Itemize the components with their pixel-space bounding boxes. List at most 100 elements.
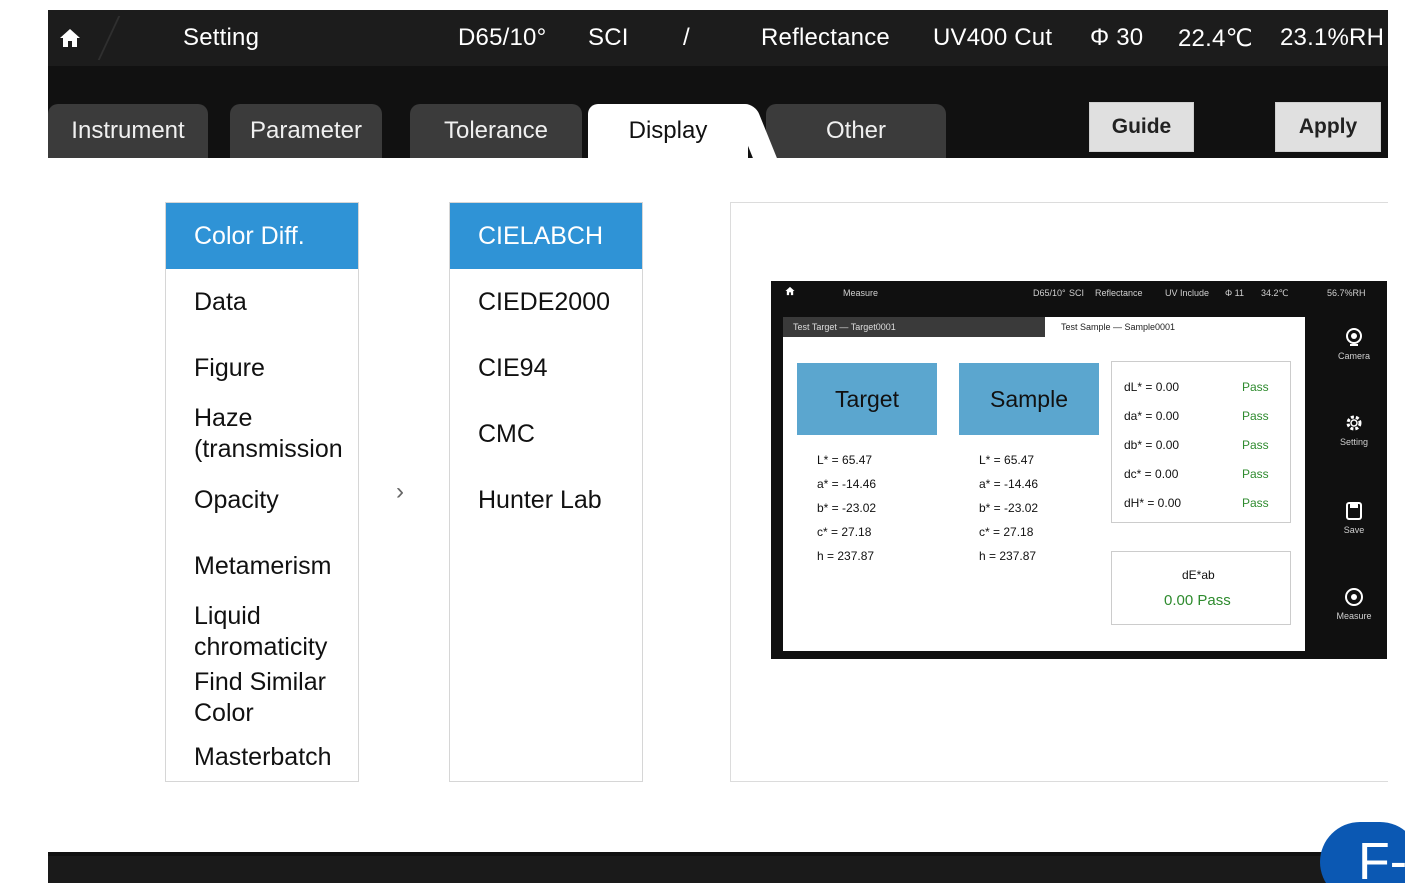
preview-tab-sample: Test Sample — Sample0001	[1045, 317, 1305, 337]
preview-status-bar: Measure D65/10° SCI Reflectance UV Inclu…	[771, 281, 1387, 305]
preview-tab-target: Test Target — Target0001	[783, 317, 1045, 337]
status-uv: UV400 Cut	[933, 24, 1053, 51]
gear-icon	[1346, 415, 1362, 431]
display-settings-panel: Color Diff. Data Figure Haze (transmissi…	[48, 158, 1388, 852]
preview-target-value: b* = -23.02	[817, 501, 877, 515]
tab-label: Tolerance	[443, 117, 549, 144]
category-list: Color Diff. Data Figure Haze (transmissi…	[165, 202, 359, 782]
preview-diff-status: Pass	[1242, 496, 1269, 510]
preview-target-value: L* = 65.47	[817, 453, 873, 467]
preview-target-value: a* = -14.46	[817, 477, 877, 491]
list-item[interactable]: Hunter Lab	[450, 467, 642, 533]
preview-target-value: h = 237.87	[817, 549, 875, 563]
preview-panel: Measure D65/10° SCI Reflectance UV Inclu…	[730, 202, 1388, 782]
preview-status-illuminant: D65/10°	[1033, 288, 1066, 298]
tab-label: Parameter	[249, 117, 363, 144]
status-specular: SCI	[588, 24, 629, 51]
preview-status-humidity: 56.7%RH	[1327, 288, 1366, 298]
preview-de-card: dE*ab 0.00 Pass	[1111, 551, 1291, 625]
tab-display[interactable]: Display	[588, 104, 748, 158]
settings-content: Instrument Parameter Tolerance Display O…	[48, 66, 1388, 856]
status-aperture: Φ 30	[1090, 24, 1144, 51]
tab-parameter[interactable]: Parameter	[230, 104, 382, 158]
preview-main: Test Target — Target0001 Test Sample — S…	[783, 317, 1305, 651]
preview-sample-value: b* = -23.02	[979, 501, 1039, 515]
preview-diff-status: Pass	[1242, 467, 1269, 481]
list-item[interactable]: Metamerism	[166, 533, 358, 599]
tab-label: Instrument	[71, 117, 185, 144]
preview-diff-label: da* = 0.00	[1124, 409, 1180, 423]
status-temperature: 22.4℃	[1178, 25, 1253, 52]
list-item[interactable]: CMC	[450, 401, 642, 467]
status-title: Setting	[183, 24, 260, 51]
preview-diff-status: Pass	[1242, 380, 1269, 394]
preview-diff-card: dL* = 0.00 Pass da* = 0.00 Pass db* = 0.…	[1111, 361, 1291, 523]
page-badge: F-	[1320, 822, 1405, 883]
formula-list: CIELABCH CIEDE2000 CIE94 CMC Hunter Lab	[449, 202, 643, 782]
preview-side-camera: Camera	[1321, 327, 1387, 361]
status-divider: /	[683, 24, 690, 51]
home-icon	[785, 286, 795, 298]
list-item[interactable]: CIELABCH	[450, 203, 642, 269]
status-mode: Reflectance	[761, 24, 890, 51]
preview-de-label: dE*ab	[1182, 568, 1215, 582]
side-label: Save	[1343, 525, 1365, 535]
tab-other[interactable]: Other	[766, 104, 946, 158]
device-bezel	[0, 0, 48, 883]
chevron-right-icon: ›	[396, 478, 404, 505]
preview-status-mode: Reflectance	[1095, 288, 1143, 298]
save-icon	[1346, 502, 1362, 520]
preview-diff-status: Pass	[1242, 438, 1269, 452]
preview-side-setting: Setting	[1321, 413, 1387, 447]
list-item[interactable]: Haze (transmission	[166, 401, 358, 467]
tab-instrument[interactable]: Instrument	[48, 104, 208, 158]
camera-icon	[1346, 328, 1362, 346]
preview-sample-value: a* = -14.46	[979, 477, 1039, 491]
preview-tab-sample-label: Test Sample — Sample0001	[1061, 322, 1176, 332]
status-illuminant: D65/10°	[458, 24, 547, 51]
list-item[interactable]: Opacity	[166, 467, 358, 533]
preview-diff-label: db* = 0.00	[1124, 438, 1180, 452]
preview-target-button: Target	[797, 363, 937, 435]
preview-sample-button: Sample	[959, 363, 1099, 435]
home-button[interactable]	[48, 10, 92, 66]
status-humidity: 23.1%RH	[1280, 24, 1385, 51]
tab-label: Other	[825, 117, 887, 144]
preview-status-aperture: Φ 11	[1225, 288, 1245, 298]
status-bar: Setting D65/10° SCI / Reflectance UV400 …	[48, 10, 1388, 66]
preview-status-uv: UV Include	[1165, 288, 1210, 298]
screen: Setting D65/10° SCI / Reflectance UV400 …	[48, 10, 1388, 883]
preview-sample-value: c* = 27.18	[979, 525, 1034, 539]
tab-tolerance[interactable]: Tolerance	[410, 104, 582, 158]
list-item[interactable]: CIEDE2000	[450, 269, 642, 335]
preview-screenshot: Measure D65/10° SCI Reflectance UV Inclu…	[771, 281, 1387, 659]
preview-de-value: 0.00 Pass	[1164, 592, 1231, 609]
device: Setting D65/10° SCI / Reflectance UV400 …	[0, 0, 1405, 883]
preview-side-measure: Measure	[1321, 587, 1387, 621]
list-item[interactable]: Masterbatch	[166, 731, 358, 783]
preview-status-temperature: 34.2℃	[1261, 288, 1289, 298]
preview-status-specular: SCI	[1069, 288, 1085, 298]
list-item[interactable]: Figure	[166, 335, 358, 401]
preview-sample-value: h = 237.87	[979, 549, 1037, 563]
apply-button[interactable]: Apply	[1275, 102, 1381, 152]
list-item[interactable]: Liquid chromaticity	[166, 599, 358, 665]
list-item[interactable]: Data	[166, 269, 358, 335]
side-label: Camera	[1337, 351, 1370, 361]
list-item[interactable]: Color Diff.	[166, 203, 358, 269]
status-separator	[97, 16, 121, 60]
guide-button[interactable]: Guide	[1089, 102, 1194, 152]
preview-side-save: Save	[1321, 501, 1387, 535]
list-item[interactable]: CIE94	[450, 335, 642, 401]
preview-diff-status: Pass	[1242, 409, 1269, 423]
preview-diff-label: dL* = 0.00	[1124, 380, 1180, 394]
side-label: Measure	[1336, 611, 1372, 621]
home-icon	[60, 29, 80, 47]
preview-target-value: c* = 27.18	[817, 525, 872, 539]
tab-label: Display	[628, 117, 708, 144]
measure-icon	[1345, 588, 1363, 606]
preview-status-title: Measure	[843, 288, 879, 298]
preview-diff-label: dH* = 0.00	[1124, 496, 1182, 510]
list-item[interactable]: Find Similar Color	[166, 665, 358, 731]
preview-sample-value: L* = 65.47	[979, 453, 1035, 467]
